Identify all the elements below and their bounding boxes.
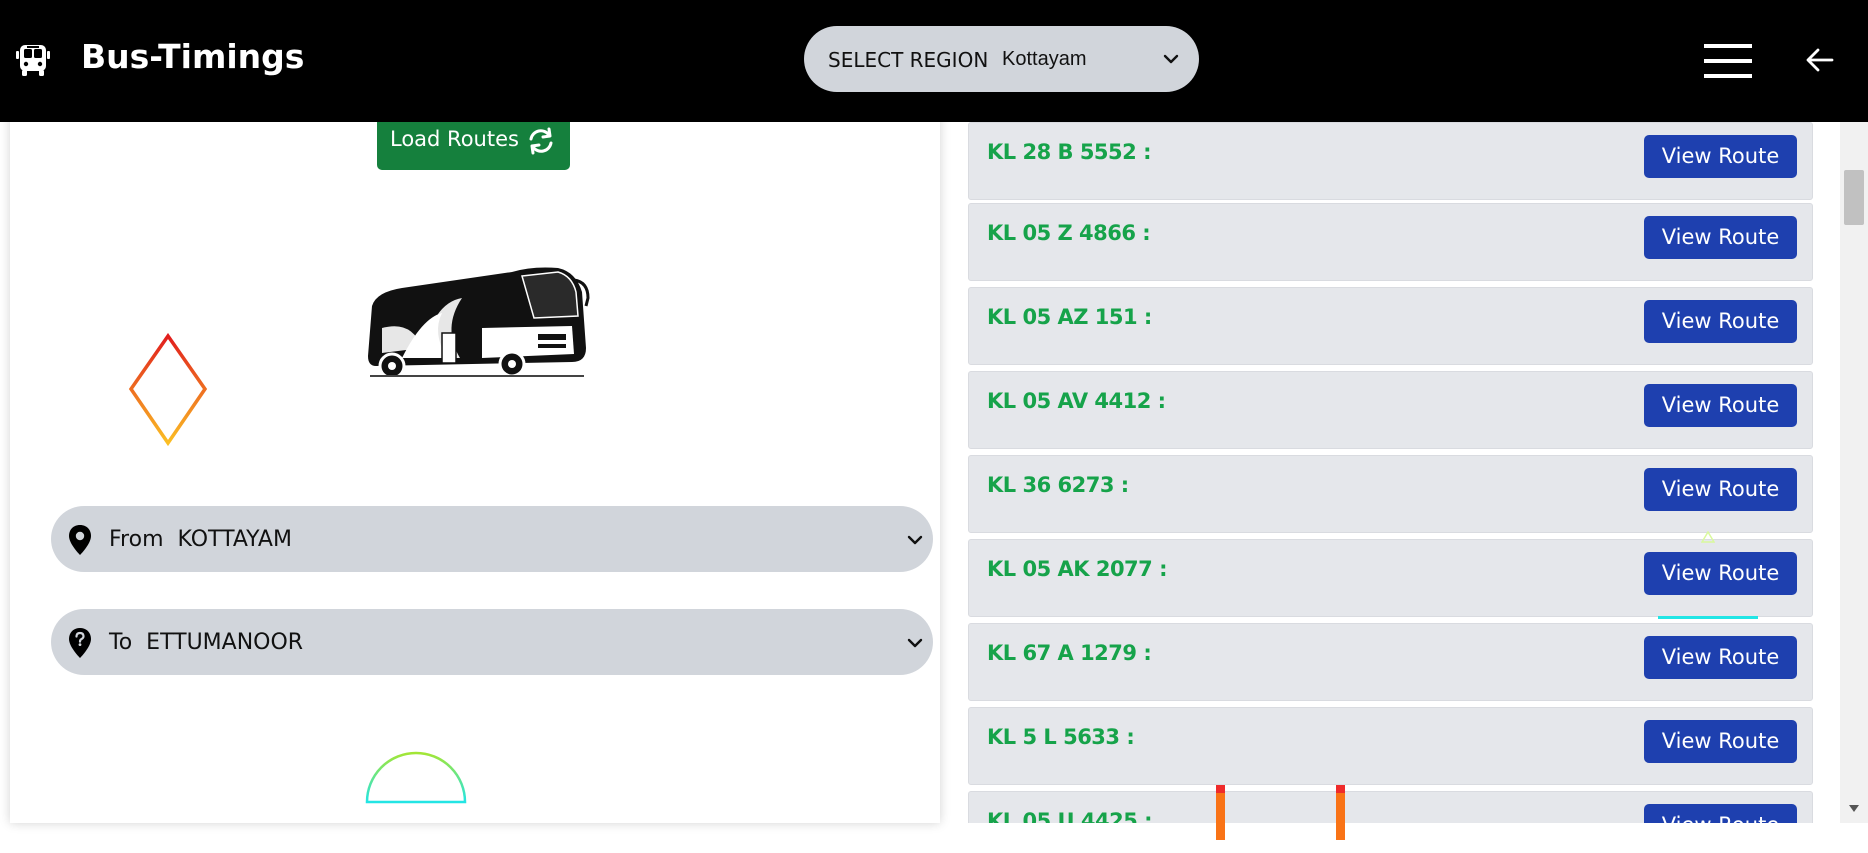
view-route-button[interactable]: View Route bbox=[1644, 636, 1797, 679]
route-card: KL 05 AV 4412 : View Route bbox=[968, 371, 1813, 449]
line-decoration bbox=[1658, 616, 1758, 619]
from-stop-text: From KOTTAYAM bbox=[109, 527, 292, 552]
route-card: KL 05 Z 4866 : View Route bbox=[968, 203, 1813, 281]
route-card: KL 5 L 5633 : View Route bbox=[968, 707, 1813, 785]
route-vehicle-number: KL 5 L 5633 : bbox=[987, 725, 1135, 749]
view-route-button[interactable]: View Route bbox=[1644, 552, 1797, 595]
view-route-button[interactable]: View Route bbox=[1644, 300, 1797, 343]
view-route-button[interactable]: View Route bbox=[1644, 384, 1797, 427]
load-routes-label: Load Routes bbox=[390, 127, 519, 151]
refresh-icon bbox=[529, 127, 553, 155]
route-vehicle-number: KL 28 B 5552 : bbox=[987, 140, 1151, 164]
chevron-down-icon bbox=[1163, 54, 1179, 64]
region-select-label: SELECT REGION bbox=[828, 48, 989, 72]
route-vehicle-number: KL 05 Z 4866 : bbox=[987, 221, 1151, 245]
region-select[interactable]: SELECT REGION Kottayam bbox=[804, 26, 1199, 92]
hamburger-menu-icon[interactable] bbox=[1704, 42, 1754, 80]
view-route-button[interactable]: View Route bbox=[1644, 135, 1797, 178]
route-card: KL 67 A 1279 : View Route bbox=[968, 623, 1813, 701]
diamond-decoration bbox=[128, 333, 208, 447]
scrollbar-thumb[interactable] bbox=[1844, 170, 1864, 225]
to-value: ETTUMANOOR bbox=[146, 630, 304, 655]
bus-illustration bbox=[368, 267, 590, 380]
arrow-left-icon[interactable] bbox=[1804, 44, 1836, 76]
route-vehicle-number: KL 67 A 1279 : bbox=[987, 641, 1152, 665]
from-stop-select[interactable]: From KOTTAYAM bbox=[51, 506, 933, 572]
bar-decoration bbox=[1336, 785, 1345, 840]
chevron-down-icon bbox=[907, 535, 923, 545]
route-vehicle-number: KL 36 6273 : bbox=[987, 473, 1129, 497]
route-card: KL 05 U 4425 : View Route bbox=[968, 791, 1813, 823]
to-label: To bbox=[109, 630, 133, 655]
route-vehicle-number: KL 05 AK 2077 : bbox=[987, 557, 1168, 581]
map-pin-icon bbox=[69, 525, 91, 555]
chevron-down-icon bbox=[907, 638, 923, 648]
view-route-button[interactable]: View Route bbox=[1644, 216, 1797, 259]
app-title: Bus-Timings bbox=[81, 37, 305, 76]
route-vehicle-number: KL 05 U 4425 : bbox=[987, 809, 1153, 823]
route-card: KL 05 AK 2077 : View Route bbox=[968, 539, 1813, 617]
to-stop-select[interactable]: To ETTUMANOOR bbox=[51, 609, 933, 675]
route-card: KL 36 6273 : View Route bbox=[968, 455, 1813, 533]
route-vehicle-number: KL 05 AV 4412 : bbox=[987, 389, 1166, 413]
search-panel: Load Routes From KOTTAYAM To ETTUMANOOR bbox=[10, 100, 940, 823]
route-vehicle-number: KL 05 AZ 151 : bbox=[987, 305, 1152, 329]
scroll-down-arrow-icon[interactable] bbox=[1849, 805, 1859, 813]
route-list: KL 28 B 5552 : View Route KL 05 Z 4866 :… bbox=[968, 122, 1813, 823]
bus-icon bbox=[16, 45, 50, 76]
from-label: From bbox=[109, 527, 164, 552]
view-route-button[interactable]: View Route bbox=[1644, 804, 1797, 823]
region-select-value[interactable]: Kottayam bbox=[1002, 48, 1086, 71]
top-navbar: Bus-Timings SELECT REGION Kottayam bbox=[0, 0, 1868, 122]
to-stop-text: To ETTUMANOOR bbox=[109, 630, 303, 655]
view-route-button[interactable]: View Route bbox=[1644, 468, 1797, 511]
view-route-button[interactable]: View Route bbox=[1644, 720, 1797, 763]
triangle-decoration bbox=[1701, 531, 1715, 543]
bar-decoration bbox=[1216, 785, 1225, 840]
route-card: KL 28 B 5552 : View Route bbox=[968, 122, 1813, 200]
scrollbar-track[interactable] bbox=[1840, 122, 1868, 823]
map-pin-question-icon bbox=[69, 628, 91, 658]
semicircle-decoration bbox=[365, 751, 467, 804]
route-card: KL 05 AZ 151 : View Route bbox=[968, 287, 1813, 365]
from-value: KOTTAYAM bbox=[177, 527, 292, 552]
